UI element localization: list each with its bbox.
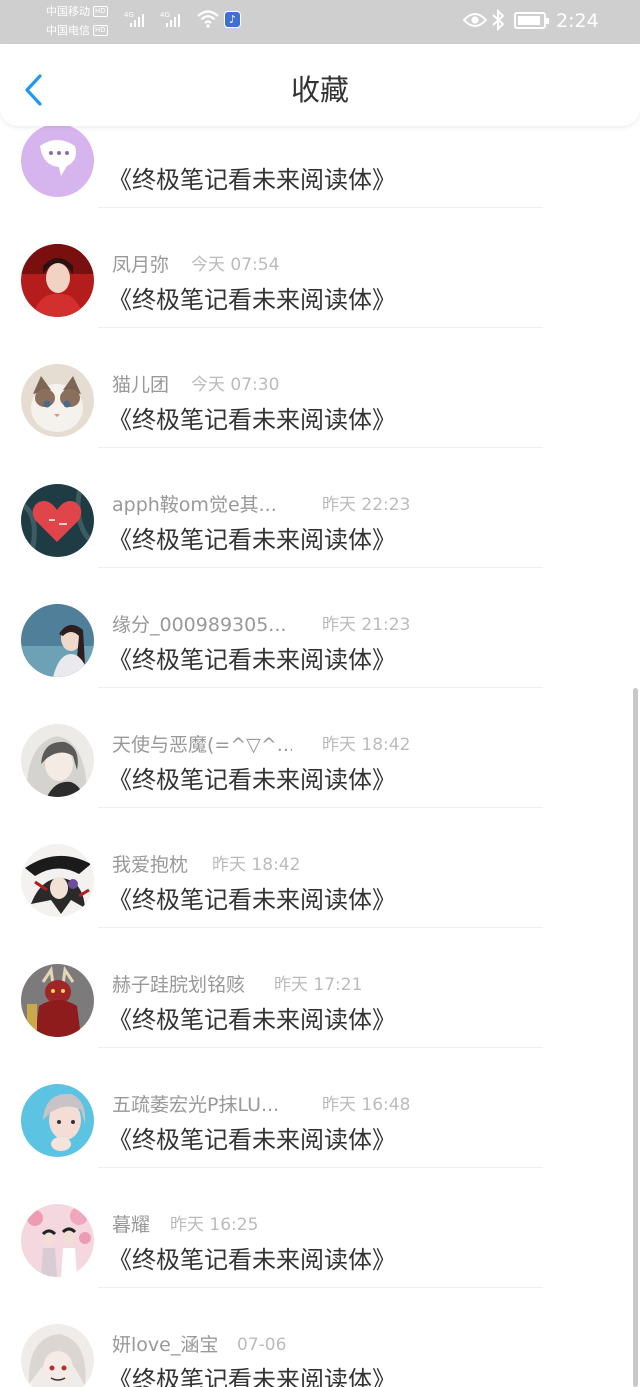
favorite-item[interactable]: 赫子跬脘划铭赅 昨天 17:21 《终极笔记看未来阅读体》 (0, 928, 640, 1048)
avatar[interactable] (21, 364, 94, 437)
page-title: 收藏 (290, 73, 349, 107)
music-app-icon: ♪ (224, 11, 241, 28)
note-title: 《终极笔记看未来阅读体》 (108, 1366, 396, 1387)
username: apph鞍om觉e其... (112, 494, 277, 516)
header-bar: 收藏 (0, 44, 640, 126)
favorites-list: 《终极笔记看未来阅读体》 凤月弥 今天 07:54 《终极笔记看未来阅读体》 猫… (0, 88, 640, 1387)
note-title: 《终极笔记看未来阅读体》 (108, 1126, 396, 1154)
timestamp: 昨天 16:25 (170, 1215, 259, 1235)
note-title: 《终极笔记看未来阅读体》 (108, 526, 396, 554)
item-meta: 天使与恶魔(=^▽^... 昨天 18:42 (112, 732, 410, 758)
battery-icon (514, 12, 549, 29)
note-title: 《终极笔记看未来阅读体》 (108, 1246, 396, 1274)
username: 赫子跬脘划铭赅 (112, 974, 246, 996)
carrier-2: 中国电信 HD (46, 24, 108, 38)
clock: 2:24 (556, 10, 599, 32)
item-meta: 妍love_涵宝 07-06 (112, 1332, 286, 1358)
note-title: 《终极笔记看未来阅读体》 (108, 1006, 396, 1034)
eye-icon (463, 13, 487, 27)
status-bar: 中国移动 HD 中国电信 HD 4G 4G ♪ 2:24 (0, 0, 640, 44)
avatar[interactable] (21, 604, 94, 677)
carrier-1: 中国移动 HD (46, 5, 108, 19)
timestamp: 昨天 18:42 (212, 855, 301, 875)
bluetooth-icon (492, 9, 505, 31)
avatar[interactable] (21, 964, 94, 1037)
note-title: 《终极笔记看未来阅读体》 (108, 886, 396, 914)
timestamp: 昨天 17:21 (274, 975, 363, 995)
carrier-1-label: 中国移动 (46, 5, 90, 18)
timestamp: 今天 07:30 (191, 375, 280, 395)
timestamp: 昨天 21:23 (322, 615, 411, 635)
hd-badge: HD (93, 6, 108, 17)
avatar[interactable] (21, 844, 94, 917)
username: 凤月弥 (112, 254, 170, 276)
favorite-item[interactable]: 妍love_涵宝 07-06 《终极笔记看未来阅读体》 (0, 1288, 640, 1387)
avatar[interactable] (21, 1204, 94, 1277)
item-meta: 猫儿团 今天 07:30 (112, 372, 279, 398)
favorite-item[interactable]: 五疏萎宏光P抹LU... 昨天 16:48 《终极笔记看未来阅读体》 (0, 1048, 640, 1168)
favorite-item[interactable]: apph鞍om觉e其... 昨天 22:23 《终极笔记看未来阅读体》 (0, 448, 640, 568)
note-title: 《终极笔记看未来阅读体》 (108, 766, 396, 794)
avatar[interactable] (21, 1084, 94, 1157)
note-title: 《终极笔记看未来阅读体》 (108, 406, 396, 434)
favorite-item[interactable]: 暮耀 昨天 16:25 《终极笔记看未来阅读体》 (0, 1168, 640, 1288)
timestamp: 昨天 22:23 (322, 495, 411, 515)
favorite-item[interactable]: 天使与恶魔(=^▽^... 昨天 18:42 《终极笔记看未来阅读体》 (0, 688, 640, 808)
username: 妍love_涵宝 (112, 1334, 219, 1356)
carrier-2-label: 中国电信 (46, 24, 90, 37)
username: 我爱抱枕 (112, 854, 189, 876)
note-title: 《终极笔记看未来阅读体》 (108, 646, 396, 674)
item-meta: 五疏萎宏光P抹LU... 昨天 16:48 (112, 1092, 410, 1118)
favorite-item[interactable]: 缘分_000989305... 昨天 21:23 《终极笔记看未来阅读体》 (0, 568, 640, 688)
scrollbar[interactable] (633, 688, 638, 1387)
note-title: 《终极笔记看未来阅读体》 (108, 166, 396, 194)
item-meta: 缘分_000989305... 昨天 21:23 (112, 612, 410, 638)
username: 暮耀 (112, 1214, 151, 1236)
favorite-item[interactable]: 凤月弥 今天 07:54 《终极笔记看未来阅读体》 (0, 208, 640, 328)
item-meta: 凤月弥 今天 07:54 (112, 252, 279, 278)
avatar[interactable] (21, 244, 94, 317)
item-meta: 赫子跬脘划铭赅 昨天 17:21 (112, 972, 362, 998)
avatar[interactable] (21, 124, 94, 197)
timestamp: 昨天 16:48 (322, 1095, 411, 1115)
username: 猫儿团 (112, 374, 170, 396)
avatar[interactable] (21, 484, 94, 557)
favorite-item[interactable]: 猫儿团 今天 07:30 《终极笔记看未来阅读体》 (0, 328, 640, 448)
item-meta: apph鞍om觉e其... 昨天 22:23 (112, 492, 410, 518)
avatar[interactable] (21, 1324, 94, 1387)
item-meta: 暮耀 昨天 16:25 (112, 1212, 258, 1238)
username: 缘分_000989305... (112, 614, 287, 636)
hd-badge: HD (93, 25, 108, 36)
timestamp: 07-06 (237, 1335, 287, 1355)
note-title: 《终极笔记看未来阅读体》 (108, 286, 396, 314)
favorite-item[interactable]: 我爱抱枕 昨天 18:42 《终极笔记看未来阅读体》 (0, 808, 640, 928)
username: 天使与恶魔(=^▽^... (112, 734, 292, 756)
wifi-icon (197, 10, 219, 28)
avatar[interactable] (21, 724, 94, 797)
timestamp: 今天 07:54 (191, 255, 280, 275)
timestamp: 昨天 18:42 (322, 735, 411, 755)
username: 五疏萎宏光P抹LU... (112, 1094, 280, 1116)
item-meta: 我爱抱枕 昨天 18:42 (112, 852, 300, 878)
